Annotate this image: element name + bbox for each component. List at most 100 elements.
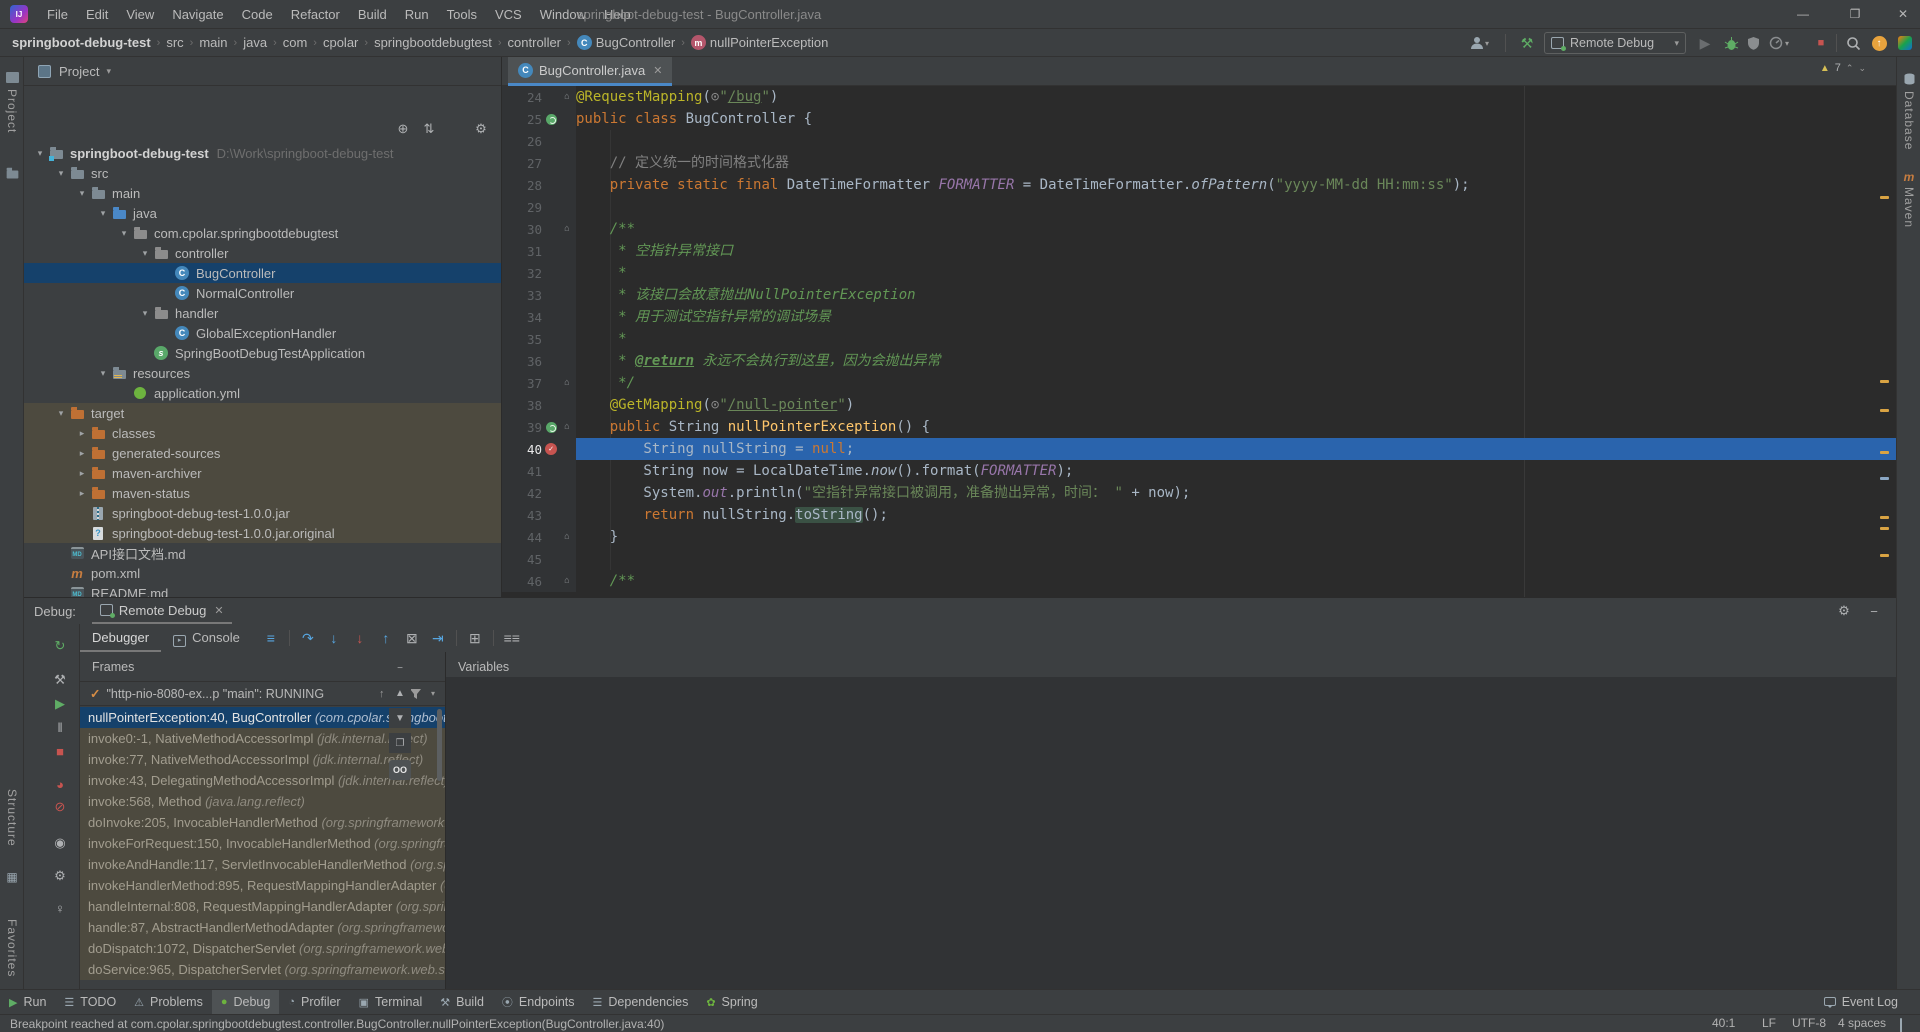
mute-breakpoints-icon[interactable]: ⊘ xyxy=(50,797,70,817)
stripe-mark[interactable] xyxy=(1880,196,1889,199)
gear-icon[interactable]: ⚙ xyxy=(472,120,490,138)
tree-item-globalexceptionhandler[interactable]: CGlobalExceptionHandler xyxy=(24,323,501,343)
hide-panel-icon[interactable]: − xyxy=(1864,601,1884,621)
code-line-46[interactable]: 46⌂ /** xyxy=(502,570,1896,592)
step-into-icon[interactable]: ↓ xyxy=(321,626,347,650)
minimize-button[interactable]: — xyxy=(1786,0,1820,28)
tool-window-tab-terminal[interactable]: ▣Terminal xyxy=(350,990,432,1015)
gutter-line-31[interactable]: 31 xyxy=(502,240,576,262)
stripe-mark[interactable] xyxy=(1880,451,1889,454)
build-hammer-icon[interactable]: ⚒ xyxy=(1516,32,1538,54)
stripe-mark[interactable] xyxy=(1880,516,1889,519)
breadcrumb-item-controller[interactable]: ›controller xyxy=(492,35,561,50)
fold-marker-icon[interactable]: ⌂ xyxy=(560,378,574,388)
gutter-line-46[interactable]: 46⌂ xyxy=(502,570,576,592)
tree-item-resources[interactable]: ▾resources xyxy=(24,363,501,383)
tree-chevron-icon[interactable]: ▾ xyxy=(95,208,111,219)
view-breakpoints-icon[interactable]: ◕ xyxy=(50,774,70,794)
next-problem-icon[interactable]: ⌄ xyxy=(1858,63,1866,74)
prev-problem-icon[interactable]: ⌃ xyxy=(1846,63,1854,74)
indent-widget[interactable]: 4 spaces xyxy=(1838,1014,1886,1032)
maven-icon[interactable]: m xyxy=(1901,169,1917,185)
frame-row[interactable]: invoke:568, Method (java.lang.reflect) xyxy=(80,791,445,812)
encoding-widget[interactable]: UTF-8 xyxy=(1792,1014,1826,1032)
stripe-mark[interactable] xyxy=(1880,477,1889,480)
code-line-33[interactable]: 33 * 该接口会故意抛出NullPointerException xyxy=(502,284,1896,306)
prev-frame-icon[interactable]: ↑ xyxy=(379,688,385,700)
tree-chevron-icon[interactable]: ▾ xyxy=(32,148,48,159)
tool-window-tab-profiler[interactable]: ◔Profiler xyxy=(279,990,349,1015)
menu-file[interactable]: File xyxy=(38,0,77,29)
tree-item-bugcontroller[interactable]: CBugController xyxy=(24,263,501,283)
project-tool-icon[interactable] xyxy=(4,69,20,85)
view-options-icon[interactable]: ≡ xyxy=(258,626,284,650)
code-line-24[interactable]: 24⌂@RequestMapping(⊙"/bug") xyxy=(502,86,1896,108)
code-line-43[interactable]: 43 return nullString.toString(); xyxy=(502,504,1896,526)
run-configuration-select[interactable]: Remote Debug ▾ xyxy=(1544,32,1686,54)
tree-item-springboot-debug-test[interactable]: ▾springboot-debug-testD:\Work\springboot… xyxy=(24,143,501,163)
code-line-35[interactable]: 35 * xyxy=(502,328,1896,350)
tree-item-target[interactable]: ▾target xyxy=(24,403,501,423)
tree-item-java[interactable]: ▾java xyxy=(24,203,501,223)
code-with-me-users-icon[interactable]: ▾ xyxy=(1468,32,1490,54)
tool-window-tab-problems[interactable]: ⚠Problems xyxy=(125,990,212,1015)
frame-row[interactable]: doDispatch:1072, DispatcherServlet (org.… xyxy=(80,938,445,959)
fold-marker-icon[interactable]: ⌂ xyxy=(560,576,574,586)
tree-chevron-icon[interactable]: ▾ xyxy=(74,188,90,199)
fold-marker-icon[interactable]: ⌂ xyxy=(560,532,574,542)
search-everywhere-icon[interactable] xyxy=(1842,32,1864,54)
gutter-line-26[interactable]: 26 xyxy=(502,130,576,152)
database-icon[interactable] xyxy=(1901,71,1917,87)
code-line-29[interactable]: 29 xyxy=(502,196,1896,218)
tree-item-classes[interactable]: ▸classes xyxy=(24,423,501,443)
gutter-line-32[interactable]: 32 xyxy=(502,262,576,284)
menu-view[interactable]: View xyxy=(117,0,163,29)
frame-row[interactable]: invokeHandlerMethod:895, RequestMappingH… xyxy=(80,875,445,896)
tree-chevron-icon[interactable]: ▾ xyxy=(116,228,132,239)
gutter-line-29[interactable]: 29 xyxy=(502,196,576,218)
close-button[interactable]: ✕ xyxy=(1886,0,1920,28)
gutter-line-34[interactable]: 34 xyxy=(502,306,576,328)
tree-item-pom.xml[interactable]: mpom.xml xyxy=(24,563,501,583)
tree-item-src[interactable]: ▾src xyxy=(24,163,501,183)
gutter-line-27[interactable]: 27 xyxy=(502,152,576,174)
code-line-39[interactable]: 39⌂ public String nullPointerException()… xyxy=(502,416,1896,438)
run-with-coverage-icon[interactable] xyxy=(1742,32,1764,54)
tool-button-structure[interactable]: Structure xyxy=(5,789,19,847)
maximize-button[interactable]: ❐ xyxy=(1838,0,1872,28)
tree-item-api-.md[interactable]: MDAPI接口文档.md xyxy=(24,543,501,563)
code-line-44[interactable]: 44⌂ } xyxy=(502,526,1896,548)
gutter-line-37[interactable]: 37⌂ xyxy=(502,372,576,394)
hide-library-frames-icon[interactable]: OO xyxy=(389,760,411,780)
scroll-up-icon[interactable]: ▲ xyxy=(389,683,411,703)
tree-item-springbootdebugtestapplication[interactable]: sSpringBootDebugTestApplication xyxy=(24,343,501,363)
frame-row[interactable]: invokeAndHandle:117, ServletInvocableHan… xyxy=(80,854,445,875)
breadcrumb-item-springboot-debug-test[interactable]: springboot-debug-test xyxy=(12,35,151,50)
code-line-31[interactable]: 31 * 空指针异常接口 xyxy=(502,240,1896,262)
close-icon[interactable]: ✕ xyxy=(653,64,662,77)
tree-chevron-icon[interactable]: ▸ xyxy=(74,428,90,439)
code-area[interactable]: 24⌂@RequestMapping(⊙"/bug")25public clas… xyxy=(502,86,1896,597)
profiler-icon[interactable]: ▾ xyxy=(1768,32,1790,54)
gutter-line-45[interactable]: 45 xyxy=(502,548,576,570)
menu-vcs[interactable]: VCS xyxy=(486,0,531,29)
code-line-27[interactable]: 27 // 定义统一的时间格式化器 xyxy=(502,152,1896,174)
breadcrumb-item-cpolar[interactable]: ›cpolar xyxy=(307,35,358,50)
tree-item-springboot-debug-test-1.0.0.jar.original[interactable]: ?springboot-debug-test-1.0.0.jar.origina… xyxy=(24,523,501,543)
gutter-line-28[interactable]: 28 xyxy=(502,174,576,196)
tree-chevron-icon[interactable]: ▾ xyxy=(137,248,153,259)
code-line-38[interactable]: 38 @GetMapping(⊙"/null-pointer") xyxy=(502,394,1896,416)
editor-tab-bugcontroller[interactable]: C BugController.java ✕ xyxy=(508,57,672,86)
menu-run[interactable]: Run xyxy=(396,0,438,29)
gutter-line-33[interactable]: 33 xyxy=(502,284,576,306)
filter-funnel-icon[interactable] xyxy=(410,689,421,699)
tool-button-favorites[interactable]: Favorites xyxy=(5,919,19,977)
gutter-line-43[interactable]: 43 xyxy=(502,504,576,526)
menu-tools[interactable]: Tools xyxy=(438,0,486,29)
menu-edit[interactable]: Edit xyxy=(77,0,117,29)
code-line-37[interactable]: 37⌂ */ xyxy=(502,372,1896,394)
structure-grid-icon[interactable]: ▦ xyxy=(4,869,20,885)
tree-item-normalcontroller[interactable]: CNormalController xyxy=(24,283,501,303)
breadcrumb-item-main[interactable]: ›main xyxy=(184,35,228,50)
gutter-line-36[interactable]: 36 xyxy=(502,350,576,372)
